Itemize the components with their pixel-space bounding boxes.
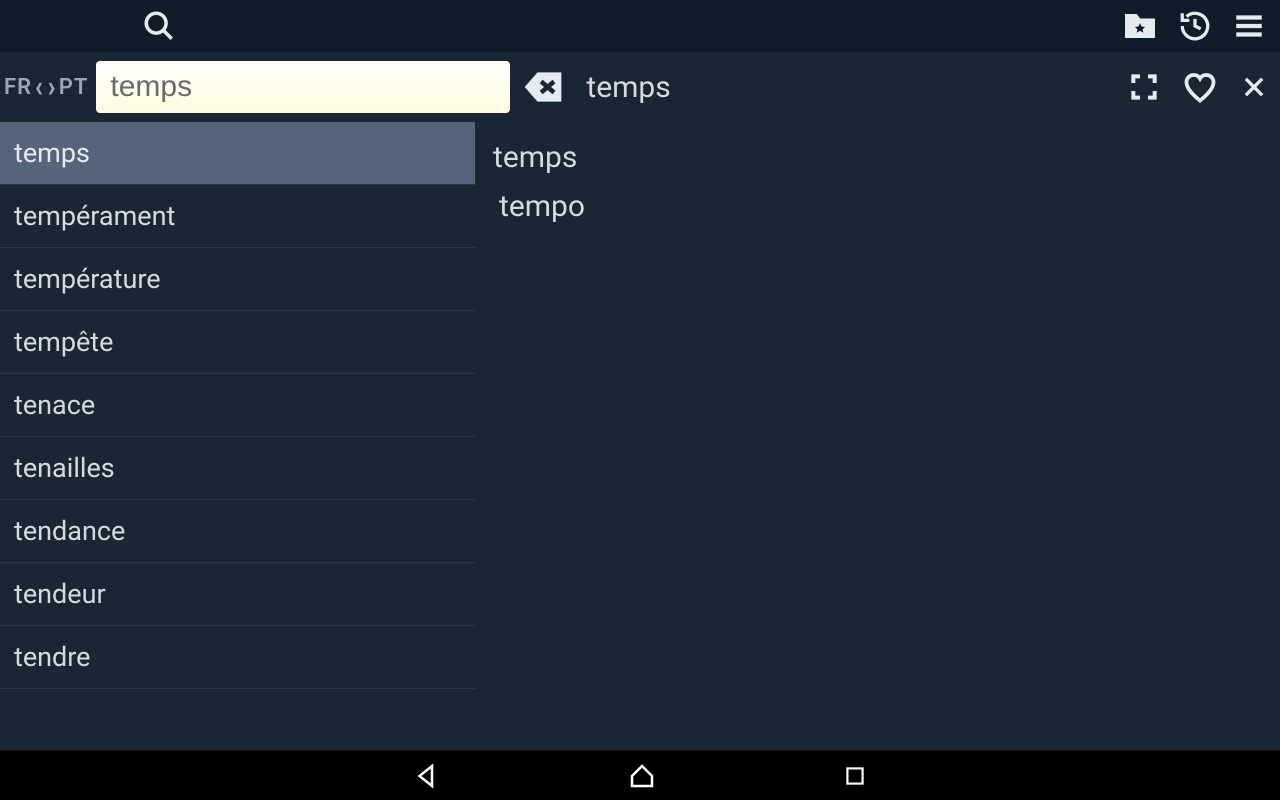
detail-pane: temps tempo bbox=[475, 122, 1280, 750]
history-icon[interactable] bbox=[1178, 9, 1212, 43]
nav-home-icon[interactable] bbox=[627, 761, 657, 791]
word-list-item[interactable]: tendance bbox=[0, 500, 475, 563]
translation-item: tempo bbox=[499, 189, 1262, 224]
word-list-item-label: tendeur bbox=[14, 578, 106, 610]
word-list-item-label: tenace bbox=[14, 389, 95, 421]
detail-headword: temps bbox=[493, 140, 1262, 175]
headword-title: temps bbox=[586, 70, 670, 105]
word-list-item-label: tempête bbox=[14, 326, 113, 358]
language-switch[interactable]: FR ‹ › PT bbox=[4, 72, 88, 102]
close-icon[interactable] bbox=[1240, 73, 1268, 101]
word-list-item[interactable]: tendeur bbox=[0, 563, 475, 626]
clear-search-button[interactable] bbox=[518, 62, 568, 112]
language-to-label: PT bbox=[59, 75, 89, 100]
word-list-item-label: température bbox=[14, 263, 161, 295]
nav-recent-icon[interactable] bbox=[842, 763, 868, 789]
favorite-icon[interactable] bbox=[1182, 69, 1218, 105]
word-list-item[interactable]: tempérament bbox=[0, 185, 475, 248]
favorites-folder-icon[interactable] bbox=[1122, 8, 1158, 44]
word-list-item[interactable]: température bbox=[0, 248, 475, 311]
word-list-item[interactable]: tenailles bbox=[0, 437, 475, 500]
word-list-item[interactable]: temps bbox=[0, 122, 475, 185]
word-list-item[interactable]: tempête bbox=[0, 311, 475, 374]
word-list-item[interactable]: tenace bbox=[0, 374, 475, 437]
word-list-item-label: tendance bbox=[14, 515, 125, 547]
search-input[interactable] bbox=[96, 61, 510, 113]
chevron-right-icon: › bbox=[47, 72, 56, 102]
android-navbar bbox=[0, 750, 1280, 800]
app-titlebar bbox=[0, 0, 1280, 52]
search-icon[interactable] bbox=[142, 9, 176, 43]
word-list-item-label: tendre bbox=[14, 641, 91, 673]
language-from-label: FR bbox=[4, 75, 32, 100]
chevron-left-icon: ‹ bbox=[35, 72, 44, 102]
nav-back-icon[interactable] bbox=[412, 761, 442, 791]
word-list-item-label: tempérament bbox=[14, 200, 175, 232]
word-list: temps tempérament température tempête tenace… bbox=[0, 122, 475, 750]
menu-icon[interactable] bbox=[1232, 9, 1266, 43]
search-bar: FR ‹ › PT temps bbox=[0, 52, 1280, 122]
word-list-item[interactable]: tendre bbox=[0, 626, 475, 689]
main-content: temps tempérament température tempête tenace… bbox=[0, 122, 1280, 750]
word-list-item-label: tenailles bbox=[14, 452, 115, 484]
word-list-item-label: temps bbox=[14, 137, 90, 169]
fullscreen-icon[interactable] bbox=[1128, 71, 1160, 103]
